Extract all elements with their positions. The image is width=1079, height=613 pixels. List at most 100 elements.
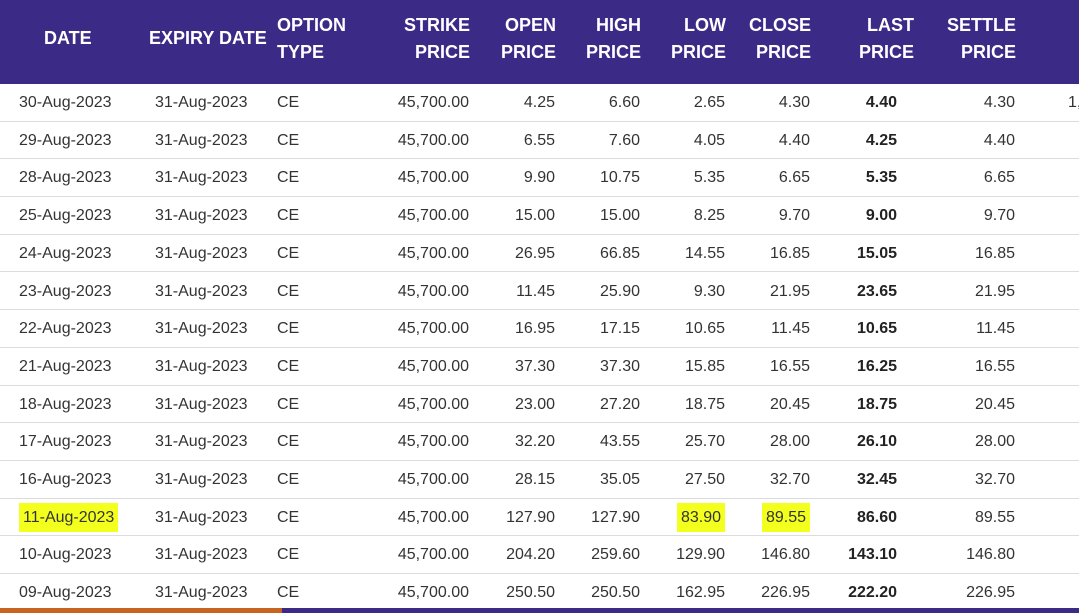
cell-expiry: 31-Aug-2023 [155,159,248,197]
cell-text-type: CE [277,244,300,262]
cell-text-close: 226.95 [761,584,810,602]
cell-type: CE [277,159,299,197]
cell-expiry: 31-Aug-2023 [155,348,248,386]
cell-text-low: 27.50 [684,471,725,488]
cell-open: 23.00 [515,386,555,424]
cell-low: 25.70 [685,423,725,461]
cell-text-date: 25-Aug-2023 [19,207,112,225]
cell-high: 43.55 [600,423,640,461]
cell-settle: 146.80 [966,536,1015,574]
cell-strike: 45,700.00 [398,310,469,348]
table-row: 16-Aug-2023 31-Aug-2023 CE 45,700.00 28.15 35… [0,461,1079,499]
cell-text-settle: 6.65 [983,169,1015,187]
cell-text-low: 14.55 [684,244,725,262]
cell-type: CE [277,461,299,499]
cell-text-close: 9.70 [778,207,810,225]
cell-text-high: 10.75 [599,169,640,187]
cell-close: 20.45 [770,386,810,424]
cell-text-expiry: 31-Aug-2023 [155,207,248,225]
bottom-scroll-bar[interactable] [0,608,1079,613]
column-header-low[interactable]: LOW PRICE [671,12,726,66]
cell-text-close: 20.45 [769,395,810,413]
cell-last: 23.65 [857,273,897,311]
cell-settle: 9.70 [984,197,1015,235]
cell-text-close: 16.55 [769,357,810,375]
cell-text-last: 222.20 [848,584,897,602]
column-header-high[interactable]: HIGH PRICE [586,12,641,66]
cell-text-last: 10.65 [856,320,897,338]
cell-date: 09-Aug-2023 [19,574,112,612]
cell-text-close: 32.70 [769,471,810,488]
cell-low: 9.30 [694,273,725,311]
cell-last: 143.10 [848,536,897,574]
column-header-close[interactable]: CLOSE PRICE [749,12,811,66]
cell-text-settle: 20.45 [974,395,1015,413]
cell-text-close: 16.85 [769,244,810,262]
table-row: 28-Aug-2023 31-Aug-2023 CE 45,700.00 9.90 10.… [0,159,1079,198]
cell-low: 10.65 [685,310,725,348]
cell-text-last: 16.25 [856,357,897,375]
cell-expiry: 31-Aug-2023 [155,310,248,348]
cell-high: 127.90 [591,499,640,537]
table-row: 25-Aug-2023 31-Aug-2023 CE 45,700.00 15.00 15… [0,197,1079,235]
scroll-thumb[interactable] [0,608,282,613]
cell-text-high: 17.15 [599,320,640,338]
cell-text-low: 10.65 [684,320,725,338]
cell-text-expiry: 31-Aug-2023 [155,395,248,413]
cell-text-open: 26.95 [514,244,555,262]
cell-last: 86.60 [857,499,897,537]
cell-text-strike: 45,700.00 [397,207,469,225]
cell-open: 15.00 [515,197,555,235]
cell-close: 89.55 [761,499,810,537]
cell-text-low: 18.75 [684,395,725,413]
cell-last: 4.25 [866,122,897,160]
column-header-expiry[interactable]: EXPIRY DATE [149,25,267,52]
cell-close: 16.85 [770,235,810,273]
cell-text-date: 28-Aug-2023 [19,169,112,187]
cell-text-strike: 45,700.00 [397,508,469,526]
cell-text-date: 17-Aug-2023 [19,433,112,451]
cell-text-last: 15.05 [856,244,897,262]
column-header-type[interactable]: OPTION TYPE [277,12,346,66]
cell-close: 146.80 [761,536,810,574]
cell-text-settle: 16.85 [974,244,1015,262]
cell-date: 16-Aug-2023 [19,461,112,499]
cell-text-date: 16-Aug-2023 [19,471,112,488]
column-header-settle[interactable]: SETTLE PRICE [947,12,1016,66]
cell-high: 259.60 [591,536,640,574]
column-header-open[interactable]: OPEN PRICE [501,12,556,66]
cell-strike: 45,700.00 [398,499,469,537]
cell-text-last: 23.65 [856,282,897,300]
cell-open: 127.90 [506,499,555,537]
cell-text-expiry: 31-Aug-2023 [155,169,248,187]
cell-type: CE [277,273,299,311]
cell-type: CE [277,122,299,160]
cell-text-strike: 45,700.00 [397,94,469,111]
cell-text-low: 4.05 [693,131,725,149]
cell-expiry: 31-Aug-2023 [155,574,248,612]
column-header-strike[interactable]: STRIKE PRICE [404,12,470,66]
cell-open: 26.95 [515,235,555,273]
cell-last: 5.35 [866,159,897,197]
cell-last: 10.65 [857,310,897,348]
cell-date: 21-Aug-2023 [19,348,112,386]
cell-high: 35.05 [600,461,640,499]
cell-text-type: CE [277,584,300,602]
cell-text-type: CE [277,395,300,413]
column-header-last[interactable]: LAST PRICE [859,12,914,66]
cell-date: 28-Aug-2023 [19,159,112,197]
cell-text-high: 66.85 [599,244,640,262]
cell-open: 250.50 [506,574,555,612]
cell-strike: 45,700.00 [398,84,469,122]
cell-last: 26.10 [857,423,897,461]
cell-last: 18.75 [857,386,897,424]
cell-last: 4.40 [866,84,897,122]
cell-text-settle: 89.55 [974,508,1015,526]
cell-date: 10-Aug-2023 [19,536,112,574]
cell-low: 18.75 [685,386,725,424]
column-header-date[interactable]: DATE [44,25,92,52]
cell-settle: 226.95 [966,574,1015,612]
table-row: 23-Aug-2023 31-Aug-2023 CE 45,700.00 11.45 25… [0,273,1079,311]
cell-text-high: 15.00 [599,207,640,225]
cell-text-expiry: 31-Aug-2023 [155,94,248,111]
